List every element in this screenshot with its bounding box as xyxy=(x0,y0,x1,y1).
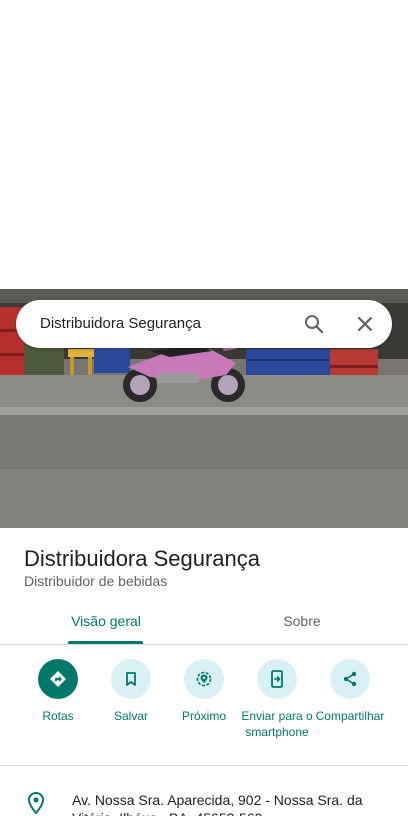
place-category: Distribuidor de bebidas xyxy=(24,573,168,589)
actions-divider xyxy=(0,765,408,766)
search-bar[interactable]: Distribuidora Segurança xyxy=(16,300,392,348)
directions-icon xyxy=(38,659,78,699)
place-title: Distribuidora Segurança xyxy=(24,546,261,571)
share-label: Compartilhar xyxy=(315,709,385,723)
send-to-phone-label: Enviar para o smartphone xyxy=(241,709,313,739)
send-to-phone-button[interactable]: Enviar para o smartphone xyxy=(237,659,317,740)
tab-overview[interactable]: Visão geral xyxy=(54,604,158,644)
share-button[interactable]: Compartilhar xyxy=(310,659,390,724)
directions-button[interactable]: Rotas xyxy=(18,659,98,724)
search-icon[interactable] xyxy=(302,312,326,336)
nearby-label: Próximo xyxy=(181,709,226,723)
share-icon xyxy=(330,659,370,699)
search-input[interactable]: Distribuidora Segurança xyxy=(40,315,201,332)
save-button[interactable]: Salvar xyxy=(91,659,171,724)
nearby-button[interactable]: Próximo xyxy=(164,659,244,724)
tab-divider xyxy=(0,644,408,645)
app-screen: Distribuidora Segurança Distribuidora Se… xyxy=(0,0,408,816)
directions-label: Rotas xyxy=(42,709,74,723)
save-label: Salvar xyxy=(113,709,148,723)
address-text[interactable]: Av. Nossa Sra. Aparecida, 902 - Nossa Sr… xyxy=(72,791,382,816)
send-to-phone-icon xyxy=(257,659,297,699)
nearby-icon xyxy=(184,659,224,699)
close-icon[interactable] xyxy=(353,312,377,336)
map-blank-area xyxy=(0,0,408,289)
tab-about[interactable]: Sobre xyxy=(252,604,352,644)
bookmark-icon xyxy=(111,659,151,699)
location-pin-icon xyxy=(24,791,48,815)
